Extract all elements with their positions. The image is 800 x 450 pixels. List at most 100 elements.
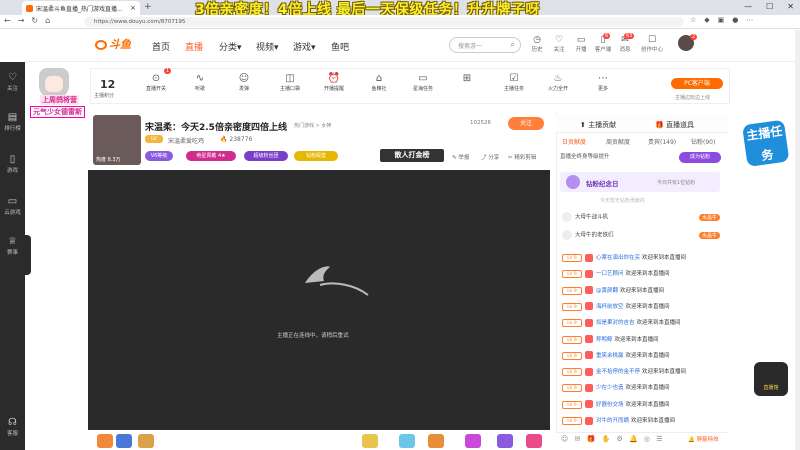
- top-contributor-1[interactable]: 大母牛战斗机 水晶牛: [562, 212, 722, 226]
- douyu-logo[interactable]: 斗鱼: [95, 36, 139, 54]
- chat-message[interactable]: LV 9 如是果对的吉吉 欢迎来到本直播间: [562, 318, 722, 331]
- streamer-name[interactable]: 宋温柔爱吃鸡: [168, 136, 204, 145]
- back-button[interactable]: ←: [4, 16, 11, 25]
- panel-head-contribution[interactable]: ⬆ 主播贡献: [580, 120, 616, 130]
- forward-button[interactable]: →: [18, 16, 25, 25]
- chat-tool-icons[interactable]: ☺ ✉ 🎁 ✋ ⚙ 🔔 ◎ ☰: [561, 435, 665, 443]
- nav-video[interactable]: 视频▾: [256, 40, 279, 53]
- chat-message[interactable]: LV 9 心寒在演出你在买 欢迎来到本直播间: [562, 253, 722, 266]
- star-icon[interactable]: ☆: [690, 16, 696, 24]
- gift-item-5[interactable]: [399, 434, 415, 448]
- chat-message[interactable]: LV 9 对牛的开而嫡 欢迎来到本直播间: [562, 416, 722, 429]
- profile-icon[interactable]: ●: [732, 16, 738, 24]
- toolbar-present[interactable]: ⊞: [453, 72, 481, 85]
- chat-message[interactable]: LV 9 一口艺顾问 欢迎来到本直播间: [562, 269, 722, 282]
- url-field[interactable]: https://www.douyu.com/8707195: [84, 17, 684, 27]
- anniversary-card[interactable]: [560, 172, 720, 192]
- sidebar-item-rank[interactable]: ▤ 排行榜: [0, 112, 25, 132]
- chat-message[interactable]: LV 9 重笑余桃赢 欢迎来到本直播间: [562, 351, 722, 364]
- chat-message[interactable]: LV 9 称鸭鲸 欢迎来到本直播间: [562, 335, 722, 348]
- toolbar-anchor-task[interactable]: ☑ 主播任务: [500, 72, 528, 92]
- tab-weekly[interactable]: 周贡献度: [606, 137, 630, 146]
- room-category[interactable]: 热门游戏 > 女神: [294, 122, 331, 129]
- toolbar-star-task[interactable]: ▭ 星海任务: [409, 72, 437, 92]
- top-contributor-2[interactable]: 大母牛的老铁们 水晶牛: [562, 230, 722, 244]
- maximize-button[interactable]: ☐: [766, 2, 773, 11]
- share-action[interactable]: ⤴ 分享: [481, 153, 499, 161]
- gift-item-9[interactable]: [526, 434, 542, 448]
- gift-item-1[interactable]: [97, 434, 113, 448]
- badge-super-fans[interactable]: 超级粉丝团: [244, 151, 288, 161]
- chat-message[interactable]: LV 9 海杯前放空 欢迎来到本直播间: [562, 302, 722, 315]
- tab-close-icon[interactable]: ×: [130, 4, 136, 12]
- toolbar-more[interactable]: ⋯ 更多: [589, 72, 617, 92]
- nav-live[interactable]: 直播: [185, 40, 203, 53]
- chat-username[interactable]: 重笑余桃赢: [596, 353, 624, 359]
- toolbar-live-switch[interactable]: ⊙ 直播开关: [142, 72, 170, 92]
- sidebar-collapse-handle[interactable]: [25, 235, 31, 275]
- gift-item-3[interactable]: [138, 434, 154, 448]
- toolbar-alarm[interactable]: ⏰ 开播提醒: [320, 72, 348, 92]
- chat-message[interactable]: LV 9 好器份交场 欢迎来到本直播间: [562, 400, 722, 413]
- gift-item-4[interactable]: [362, 434, 378, 448]
- menu-icon[interactable]: ⋯: [746, 16, 753, 24]
- header-broadcast[interactable]: ▭ 开播: [572, 35, 590, 53]
- chat-username[interactable]: 海杯前放空: [596, 304, 624, 310]
- search-input[interactable]: 搜索游一 ⌕: [449, 37, 521, 53]
- toolbar-listen[interactable]: ∿ 听歌: [186, 72, 214, 92]
- clip-action[interactable]: ✂ 精彩剪辑: [508, 153, 536, 161]
- chat-username[interactable]: 好器份交场: [596, 402, 624, 408]
- sidebar-item-follow[interactable]: ♡ 关注: [0, 72, 25, 92]
- header-creator[interactable]: ☐ 创作中心: [640, 35, 664, 53]
- minimize-button[interactable]: —: [744, 2, 752, 11]
- browser-tab[interactable]: 宋温柔斗鱼直播_热门游戏直播... ×: [22, 1, 140, 15]
- nav-fishbar[interactable]: 鱼吧: [331, 40, 349, 53]
- report-action[interactable]: ✎ 举报: [452, 153, 469, 161]
- chat-message[interactable]: LV 9 @黄颜翻 欢迎来到本直播间: [562, 286, 722, 299]
- chat-username[interactable]: 少在少也造: [596, 385, 624, 391]
- pc-client-button[interactable]: PC客户端: [671, 78, 723, 89]
- pc-client-link[interactable]: 主播边玩边上线: [675, 94, 710, 101]
- tab-vip[interactable]: 贵宾(149): [648, 137, 676, 146]
- chat-username[interactable]: 如是果对的吉吉: [596, 320, 635, 326]
- search-icon[interactable]: ⌕: [511, 40, 515, 50]
- block-effects-toggle[interactable]: 🔔 屏蔽特效: [688, 435, 719, 443]
- sidebar-item-game[interactable]: ▯ 游戏: [0, 154, 25, 174]
- gift-item-6[interactable]: [428, 434, 444, 448]
- chat-username[interactable]: 心寒在演出你在买: [596, 255, 640, 261]
- toolbar-fire[interactable]: ♨ 火力全开: [544, 72, 572, 92]
- badge-star[interactable]: 绝星佩戴 4★: [186, 151, 236, 161]
- gift-item-2[interactable]: [116, 434, 132, 448]
- chat-username[interactable]: 一口艺顾问: [596, 271, 624, 277]
- tab-diamond[interactable]: 钻粉(90): [691, 137, 715, 146]
- follow-button[interactable]: 关注: [508, 117, 544, 130]
- sidebar-item-cloud-game[interactable]: ▭ 云游戏: [0, 196, 25, 216]
- become-diamond-button[interactable]: 成为钻粉: [679, 152, 721, 163]
- close-window-button[interactable]: ✕: [787, 2, 794, 11]
- gift-item-7[interactable]: [465, 434, 481, 448]
- chat-username[interactable]: @黄颜翻: [596, 288, 618, 294]
- panel-head-props[interactable]: 🎁 直播道具: [655, 120, 694, 130]
- chat-message[interactable]: LV 9 金不拾停的金不停 欢迎来到本直播间: [562, 367, 722, 380]
- rank-tag[interactable]: 散人打金榜: [380, 149, 444, 162]
- header-history[interactable]: ◷ 历史: [528, 35, 546, 53]
- sidebar-item-service[interactable]: ☊ 客服: [0, 417, 25, 437]
- toolbar-pocket[interactable]: ◫ 主播口袋: [276, 72, 304, 92]
- chat-username[interactable]: 称鸭鲸: [596, 337, 613, 343]
- tab-daily[interactable]: 日贡献度: [562, 137, 586, 146]
- anchor-task-sticker[interactable]: 主播任务: [739, 117, 796, 173]
- page-scrollbar[interactable]: [795, 30, 800, 450]
- badge-diamond-fans[interactable]: 钻粉殿堂: [294, 151, 338, 161]
- nav-category[interactable]: 分类▾: [219, 40, 242, 53]
- badge-v6[interactable]: V6等级: [145, 151, 173, 161]
- home-button[interactable]: ⌂: [45, 16, 50, 25]
- new-tab-button[interactable]: +: [144, 2, 152, 12]
- gift-item-8[interactable]: [497, 434, 513, 448]
- nav-game[interactable]: 游戏▾: [293, 40, 316, 53]
- toolbar-shop[interactable]: ⌂ 鱼粮社: [365, 72, 393, 92]
- reload-button[interactable]: ↻: [31, 16, 38, 25]
- collections-icon[interactable]: ▣: [718, 16, 725, 24]
- chat-message[interactable]: LV 9 少在少也造 欢迎来到本直播间: [562, 383, 722, 396]
- header-follow[interactable]: ♡ 关注: [550, 35, 568, 53]
- chat-username[interactable]: 对牛的开而嫡: [596, 418, 629, 424]
